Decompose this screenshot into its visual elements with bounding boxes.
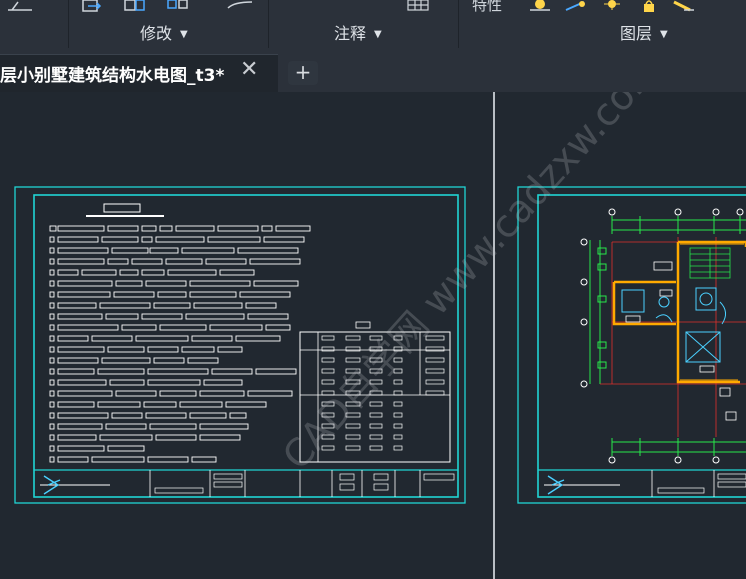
panel-separator: [68, 0, 69, 48]
document-tab-title: 层小别墅建筑结构水电图_t3*: [0, 66, 225, 86]
layer-on-icon[interactable]: [526, 0, 554, 14]
panel-modify-label[interactable]: 修改 ▼: [140, 22, 188, 46]
layer-lock-icon[interactable]: [638, 0, 662, 14]
array-icon[interactable]: [166, 0, 192, 14]
drawing-svg: CAD自学网 www.cadzxw.com: [14, 92, 746, 504]
panel-separator: [268, 0, 269, 48]
drawing-canvas[interactable]: CAD自学网 www.cadzxw.com: [0, 92, 746, 579]
fillet-icon[interactable]: [226, 0, 254, 12]
viewport-divider[interactable]: [493, 92, 495, 579]
panel-layers-label[interactable]: 图层 ▼: [620, 22, 668, 46]
document-tab-bar: 层小别墅建筑结构水电图_t3* ✕ +: [0, 48, 746, 93]
watermark: CAD自学网 www.cadzxw.com: [274, 92, 669, 478]
panel-annotate-label[interactable]: 注释 ▼: [334, 22, 382, 46]
document-tab[interactable]: 层小别墅建筑结构水电图_t3* ✕: [0, 54, 278, 93]
ribbon: 修改 ▼ 注释 ▼ 特性 图层 ▼: [0, 0, 746, 49]
watermark-text: CAD自学网 www.cadzxw.com: [274, 92, 669, 478]
table-icon[interactable]: [406, 0, 432, 12]
panel-annotate-text: 注释: [334, 24, 367, 43]
close-icon[interactable]: ✕: [240, 59, 258, 81]
properties-label[interactable]: 特性: [472, 0, 502, 15]
chevron-down-icon: ▼: [374, 29, 382, 40]
draw-line-icon[interactable]: [6, 0, 36, 14]
panel-modify-text: 修改: [140, 24, 173, 43]
panel-separator: [458, 0, 459, 48]
chevron-down-icon: ▼: [180, 29, 188, 40]
new-tab-button[interactable]: +: [288, 61, 318, 85]
copy-icon[interactable]: [122, 0, 148, 14]
right-drawing-sheet: [517, 186, 746, 504]
layer-match-icon[interactable]: [562, 0, 590, 14]
panel-layers-text: 图层: [620, 24, 653, 43]
move-icon[interactable]: [80, 0, 106, 14]
layer-isolate-icon[interactable]: [670, 0, 698, 14]
layer-freeze-icon[interactable]: [598, 0, 626, 14]
chevron-down-icon: ▼: [660, 29, 668, 40]
